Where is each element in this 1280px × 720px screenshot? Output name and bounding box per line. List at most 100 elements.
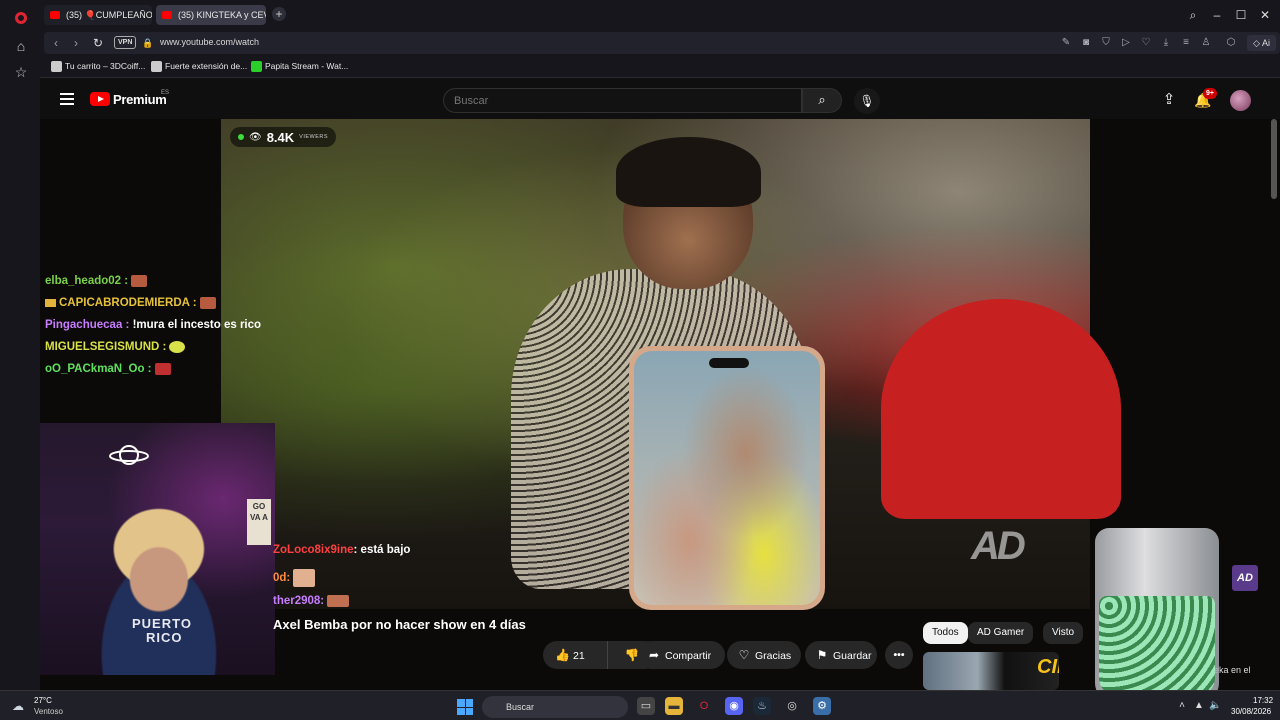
extensions-icon[interactable]: ⬡ xyxy=(1224,36,1238,50)
maximize-icon[interactable]: ☐ xyxy=(1233,7,1249,23)
heart-icon[interactable]: ♡ xyxy=(1139,36,1153,50)
chat-message: ther2908: xyxy=(273,595,350,608)
youtube-favicon-icon xyxy=(162,11,172,19)
bookmarks-bar: Tu carrito – 3DCoiff... Fuerte extensión… xyxy=(40,56,1280,78)
like-button[interactable]: 👍 21 xyxy=(543,641,607,669)
weather-temperature[interactable]: 27°C xyxy=(34,696,52,705)
video-player[interactable]: AD xyxy=(221,119,1121,610)
tray-chevron-icon[interactable]: ˄ xyxy=(1176,700,1188,712)
recommendation-thumbnail[interactable]: CIRI xyxy=(923,652,1059,690)
taskbar-search[interactable]: Buscar xyxy=(482,696,628,718)
clock-date[interactable]: 30/08/2026 xyxy=(1231,707,1271,716)
emote-icon xyxy=(154,363,171,375)
steam-icon[interactable]: ♨ xyxy=(753,697,771,715)
tab-cumpleanos[interactable]: (35) 🎈CUMPLEAÑOS FE xyxy=(44,5,152,25)
tab-search-icon[interactable]: ⌕ xyxy=(1185,7,1201,23)
save-label: Guardar xyxy=(833,650,872,662)
obs-icon[interactable]: ◎ xyxy=(783,697,801,715)
address-row: ‹ › ↻ VPN 🔒 www.youtube.com/watch ✎ ◙ ⛉ … xyxy=(40,30,1280,56)
minimize-icon[interactable]: – xyxy=(1209,7,1225,23)
more-actions-button[interactable]: ••• xyxy=(885,641,913,669)
tab-bar: (35) 🎈CUMPLEAÑOS FE (35) KINGTEKA y CEVI… xyxy=(40,0,1280,30)
discord-icon[interactable]: ◉ xyxy=(725,697,743,715)
profile-icon[interactable]: ♙ xyxy=(1199,36,1213,50)
video-phone xyxy=(629,346,825,610)
vpn-badge[interactable]: VPN xyxy=(114,36,137,49)
shield-icon[interactable]: ⛉ xyxy=(1099,36,1113,50)
thanks-label: Gracias xyxy=(755,650,792,662)
search-button[interactable]: ⌕ xyxy=(802,88,842,113)
lock-icon[interactable]: 🔒 xyxy=(140,35,156,51)
settings-gear-icon[interactable]: ⚙ xyxy=(813,697,831,715)
chat-user: ther2908: xyxy=(273,595,325,608)
bookmark-favicon-icon xyxy=(251,61,262,72)
player-icon[interactable]: ▷ xyxy=(1119,36,1133,50)
video-person-red-shirt xyxy=(881,299,1121,519)
bookmark-item[interactable]: Fuerte extensión de... xyxy=(151,61,247,72)
mic-icon[interactable]: 🎙 xyxy=(854,88,880,114)
tab-kingteka[interactable]: (35) KINGTEKA y CEVI xyxy=(156,5,266,25)
search-input[interactable] xyxy=(443,88,802,113)
forward-icon[interactable]: › xyxy=(68,35,84,51)
chip-visto[interactable]: Visto xyxy=(1043,622,1084,644)
video-phone-screen xyxy=(634,351,820,605)
home-icon[interactable]: ⌂ xyxy=(12,37,30,55)
page-scrollbar[interactable] xyxy=(1271,119,1277,199)
thanks-icon: ♡ xyxy=(738,648,750,662)
youtube-favicon-icon xyxy=(50,11,60,19)
youtube-logo-icon[interactable] xyxy=(90,92,110,106)
share-button[interactable]: ➦ Compartir xyxy=(637,641,725,669)
share-label: Compartir xyxy=(665,650,712,662)
chat-text: !mura el incesto es rico xyxy=(129,319,262,331)
glass-fill xyxy=(1099,596,1215,690)
chat-message: oO_PACkmaN_Oo : xyxy=(45,363,171,375)
volume-icon[interactable]: 🔈 xyxy=(1209,700,1221,712)
opera-taskbar-icon[interactable]: O xyxy=(695,697,713,715)
save-button[interactable]: ⚑ Guardar xyxy=(805,641,877,669)
stream-area: AD 👁 8.4K VIEWERS elba_heado02 : CAPICAB… xyxy=(40,119,1280,690)
tab-label: (35) KINGTEKA y CEVI xyxy=(178,10,266,20)
star-icon[interactable]: ☆ xyxy=(12,63,30,81)
avatar[interactable] xyxy=(1230,90,1251,111)
weather-description[interactable]: Ventoso xyxy=(34,707,63,716)
watermark-logo: AD xyxy=(971,524,1026,568)
chip-todos[interactable]: Todos xyxy=(923,622,968,644)
back-icon[interactable]: ‹ xyxy=(48,35,64,51)
upload-icon[interactable]: ⇪ xyxy=(1160,91,1178,109)
opera-logo-icon[interactable] xyxy=(15,12,27,24)
chat-text: : está bajo xyxy=(353,544,411,556)
viewers-label: VIEWERS xyxy=(299,134,329,140)
youtube-brand[interactable]: Premium xyxy=(113,92,167,107)
clock-time[interactable]: 17:32 xyxy=(1253,696,1273,705)
url-field[interactable]: www.youtube.com/watch xyxy=(160,37,259,47)
tab-label: (35) 🎈CUMPLEAÑOS FE xyxy=(66,10,152,20)
bookmark-item[interactable]: Papita Stream - Wat... xyxy=(251,61,348,72)
chat-message: 0d: xyxy=(273,569,316,587)
thanks-button[interactable]: ♡ Gracias xyxy=(727,641,801,669)
hamburger-menu-icon[interactable] xyxy=(60,93,74,105)
new-tab-button[interactable]: + xyxy=(272,7,286,21)
notification-badge: 9+ xyxy=(1203,88,1217,99)
bookmark-item[interactable]: Tu carrito – 3DCoiff... xyxy=(51,61,145,72)
live-dot-icon xyxy=(238,134,244,140)
file-explorer-icon[interactable]: ▬ xyxy=(665,697,683,715)
weather-wind-icon[interactable]: ☁ xyxy=(12,700,28,712)
chip-ad-gamer[interactable]: AD Gamer xyxy=(968,622,1034,644)
close-icon[interactable]: ✕ xyxy=(1257,7,1273,23)
menu-icon[interactable]: ≡ xyxy=(1179,36,1193,50)
like-count: 21 xyxy=(573,650,585,662)
download-icon[interactable]: ⤓ xyxy=(1159,36,1173,50)
task-view-icon[interactable]: ▭ xyxy=(637,697,655,715)
chat-user: 0d: xyxy=(273,572,291,585)
edit-icon[interactable]: ✎ xyxy=(1059,36,1073,50)
reload-icon[interactable]: ↻ xyxy=(90,35,106,51)
camera-icon[interactable]: ◙ xyxy=(1079,36,1093,50)
start-button[interactable] xyxy=(457,699,473,715)
chat-message: elba_heado02 : xyxy=(45,275,148,287)
recommendation-title[interactable]: eka en el xyxy=(1214,665,1251,675)
ai-button[interactable]: ◇ Ai xyxy=(1247,35,1276,51)
youtube-header: Premium ES ⌕ 🎙 ⇪ 🔔 9+ xyxy=(40,79,1280,119)
tray-app-icon[interactable]: ▲ xyxy=(1193,700,1205,712)
chat-user: MIGUELSEGISMUND : xyxy=(45,341,167,354)
jersey-line: RICO xyxy=(146,630,183,645)
